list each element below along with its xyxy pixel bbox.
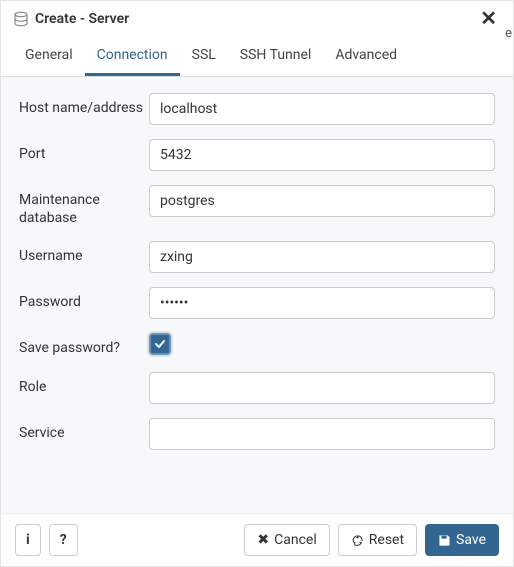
- cancel-icon: ✖: [257, 532, 269, 548]
- label-service: Service: [19, 418, 149, 442]
- row-save-password: Save password?: [19, 333, 495, 357]
- row-port: Port: [19, 139, 495, 171]
- label-save-password: Save password?: [19, 333, 149, 357]
- label-username: Username: [19, 241, 149, 265]
- label-password: Password: [19, 287, 149, 311]
- tab-connection[interactable]: Connection: [85, 37, 180, 76]
- label-role: Role: [19, 372, 149, 396]
- save-button[interactable]: Save: [425, 524, 499, 556]
- save-icon: [438, 534, 451, 547]
- info-button[interactable]: i: [15, 524, 41, 556]
- dialog-header: Create - Server ✕: [1, 1, 513, 37]
- host-input[interactable]: [149, 93, 495, 125]
- row-service: Service: [19, 418, 495, 450]
- server-icon: [13, 11, 29, 27]
- label-maintenance-db: Maintenance database: [19, 185, 149, 227]
- reset-button[interactable]: Reset: [338, 524, 417, 556]
- help-button[interactable]: ?: [49, 524, 78, 556]
- row-username: Username: [19, 241, 495, 273]
- info-icon: i: [26, 532, 30, 548]
- recycle-icon: [351, 534, 364, 547]
- check-icon: [154, 338, 166, 350]
- row-maintenance-db: Maintenance database: [19, 185, 495, 227]
- port-input[interactable]: [149, 139, 495, 171]
- close-icon: ✕: [480, 8, 497, 30]
- create-server-dialog: Create - Server ✕ General Connection SSL…: [0, 0, 514, 567]
- row-password: Password: [19, 287, 495, 319]
- cancel-label: Cancel: [274, 532, 317, 548]
- tab-general[interactable]: General: [13, 37, 85, 76]
- maintenance-db-input[interactable]: [149, 185, 495, 217]
- row-host: Host name/address: [19, 93, 495, 125]
- reset-label: Reset: [369, 532, 404, 548]
- tab-ssl[interactable]: SSL: [180, 37, 228, 76]
- label-host: Host name/address: [19, 93, 149, 117]
- password-input[interactable]: [149, 287, 495, 319]
- close-button[interactable]: ✕: [476, 9, 501, 29]
- save-label: Save: [456, 532, 486, 548]
- stray-char: e: [505, 26, 512, 41]
- dialog-footer: i ? ✖ Cancel Reset Save: [1, 513, 513, 566]
- label-port: Port: [19, 139, 149, 163]
- tabs: General Connection SSL SSH Tunnel Advanc…: [1, 37, 513, 77]
- dialog-body: Host name/address Port Maintenance datab…: [1, 77, 513, 513]
- dialog-title: Create - Server: [35, 11, 476, 27]
- username-input[interactable]: [149, 241, 495, 273]
- tab-advanced[interactable]: Advanced: [323, 37, 409, 76]
- tab-ssh-tunnel[interactable]: SSH Tunnel: [228, 37, 324, 76]
- row-role: Role: [19, 372, 495, 404]
- service-input[interactable]: [149, 418, 495, 450]
- save-password-toggle[interactable]: [149, 333, 171, 355]
- help-icon: ?: [60, 532, 67, 548]
- cancel-button[interactable]: ✖ Cancel: [244, 524, 329, 556]
- role-input[interactable]: [149, 372, 495, 404]
